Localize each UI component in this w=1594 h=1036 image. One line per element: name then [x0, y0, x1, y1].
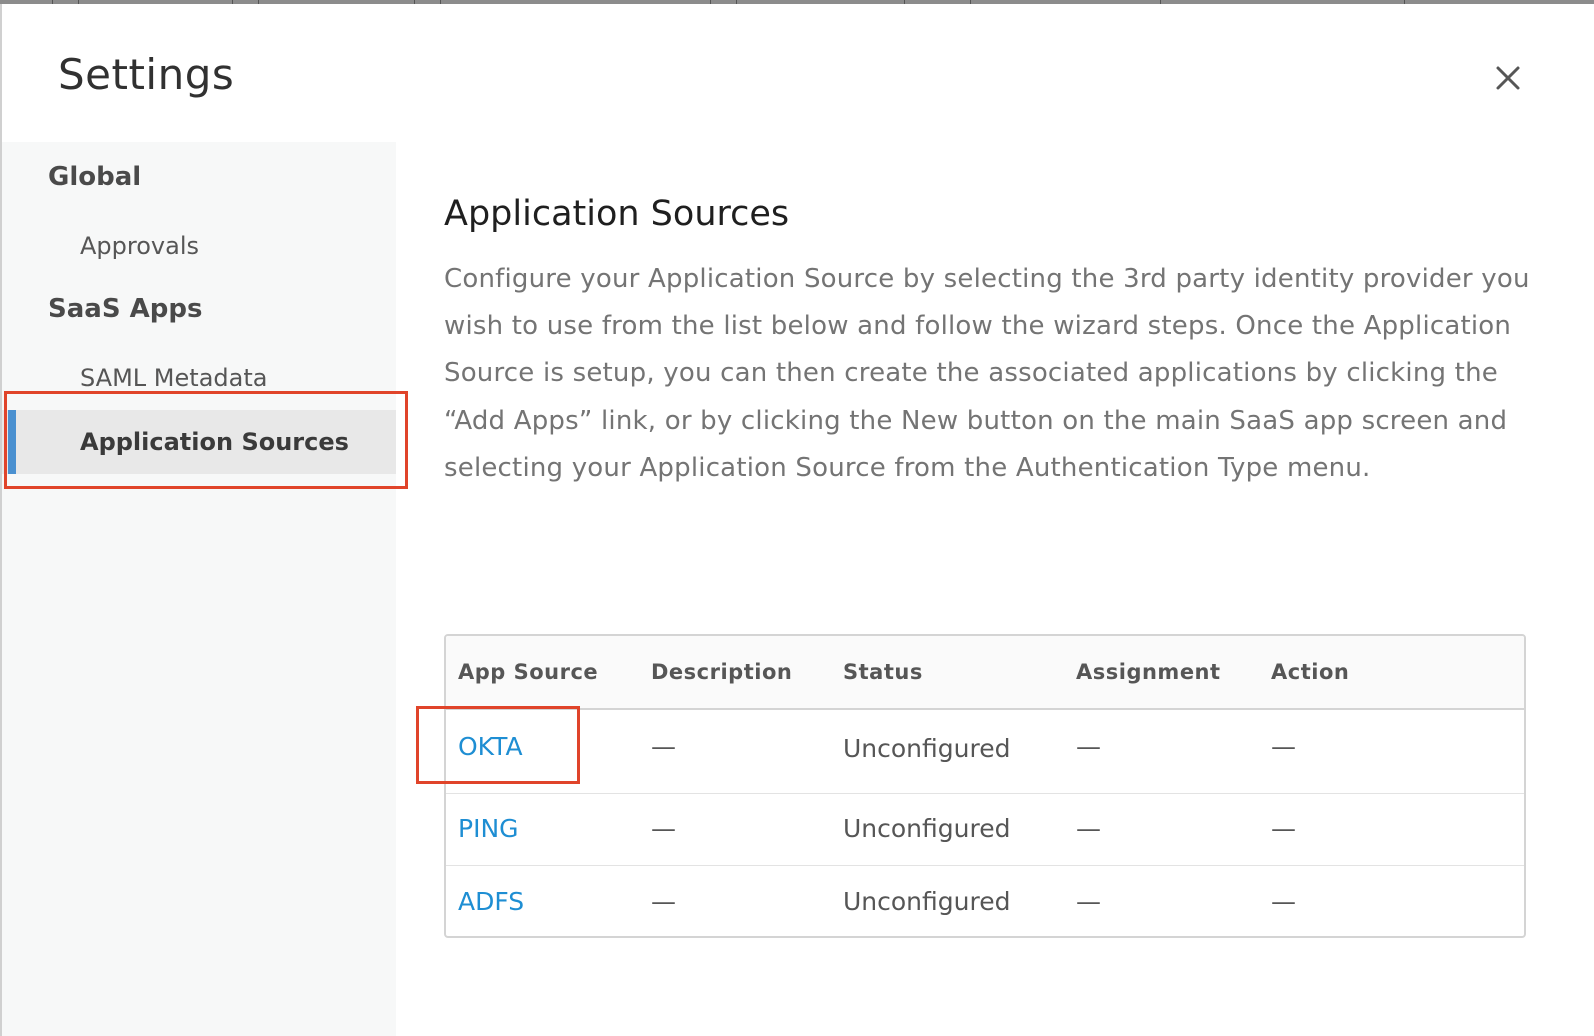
action-cell: —	[1271, 887, 1296, 916]
assignment-cell: —	[1076, 887, 1101, 916]
column-header-description[interactable]: Description	[651, 660, 792, 684]
status-cell: Unconfigured	[843, 887, 1011, 916]
settings-sidebar: Global Approvals SaaS Apps SAML Metadata…	[2, 142, 396, 1036]
description-cell: —	[651, 887, 676, 916]
sidebar-item-application-sources[interactable]: Application Sources	[2, 410, 396, 474]
app-source-link-adfs[interactable]: ADFS	[458, 887, 524, 916]
sidebar-item-approvals[interactable]: Approvals	[2, 214, 396, 278]
table-row: ADFS — Unconfigured — —	[446, 866, 1524, 936]
action-cell: —	[1271, 814, 1296, 843]
sidebar-item-saml-metadata[interactable]: SAML Metadata	[2, 346, 396, 410]
column-header-action[interactable]: Action	[1271, 660, 1349, 684]
section-title: Application Sources	[444, 194, 790, 234]
close-button[interactable]	[1492, 62, 1524, 94]
column-header-status[interactable]: Status	[843, 660, 923, 684]
description-cell: —	[651, 732, 676, 761]
assignment-cell: —	[1076, 732, 1101, 761]
table-row: PING — Unconfigured — —	[446, 794, 1524, 866]
table-header: App Source Description Status Assignment…	[446, 636, 1524, 710]
modal-title: Settings	[58, 50, 235, 99]
assignment-cell: —	[1076, 814, 1101, 843]
status-cell: Unconfigured	[843, 734, 1011, 763]
app-sources-table: App Source Description Status Assignment…	[444, 634, 1526, 938]
sidebar-group-global: Global	[48, 162, 142, 192]
app-source-link-ping[interactable]: PING	[458, 814, 519, 843]
action-cell: —	[1271, 732, 1296, 761]
table-row: OKTA — Unconfigured — —	[446, 710, 1524, 794]
section-description: Configure your Application Source by sel…	[444, 264, 1530, 483]
close-icon	[1496, 66, 1520, 90]
status-cell: Unconfigured	[843, 814, 1011, 843]
sidebar-group-saas-apps: SaaS Apps	[48, 294, 203, 324]
app-source-link-okta[interactable]: OKTA	[458, 732, 523, 761]
column-header-app-source[interactable]: App Source	[458, 660, 598, 684]
description-cell: —	[651, 814, 676, 843]
column-header-assignment[interactable]: Assignment	[1076, 660, 1221, 684]
settings-modal: Settings Global Approvals SaaS Apps SAML…	[0, 4, 1594, 1036]
